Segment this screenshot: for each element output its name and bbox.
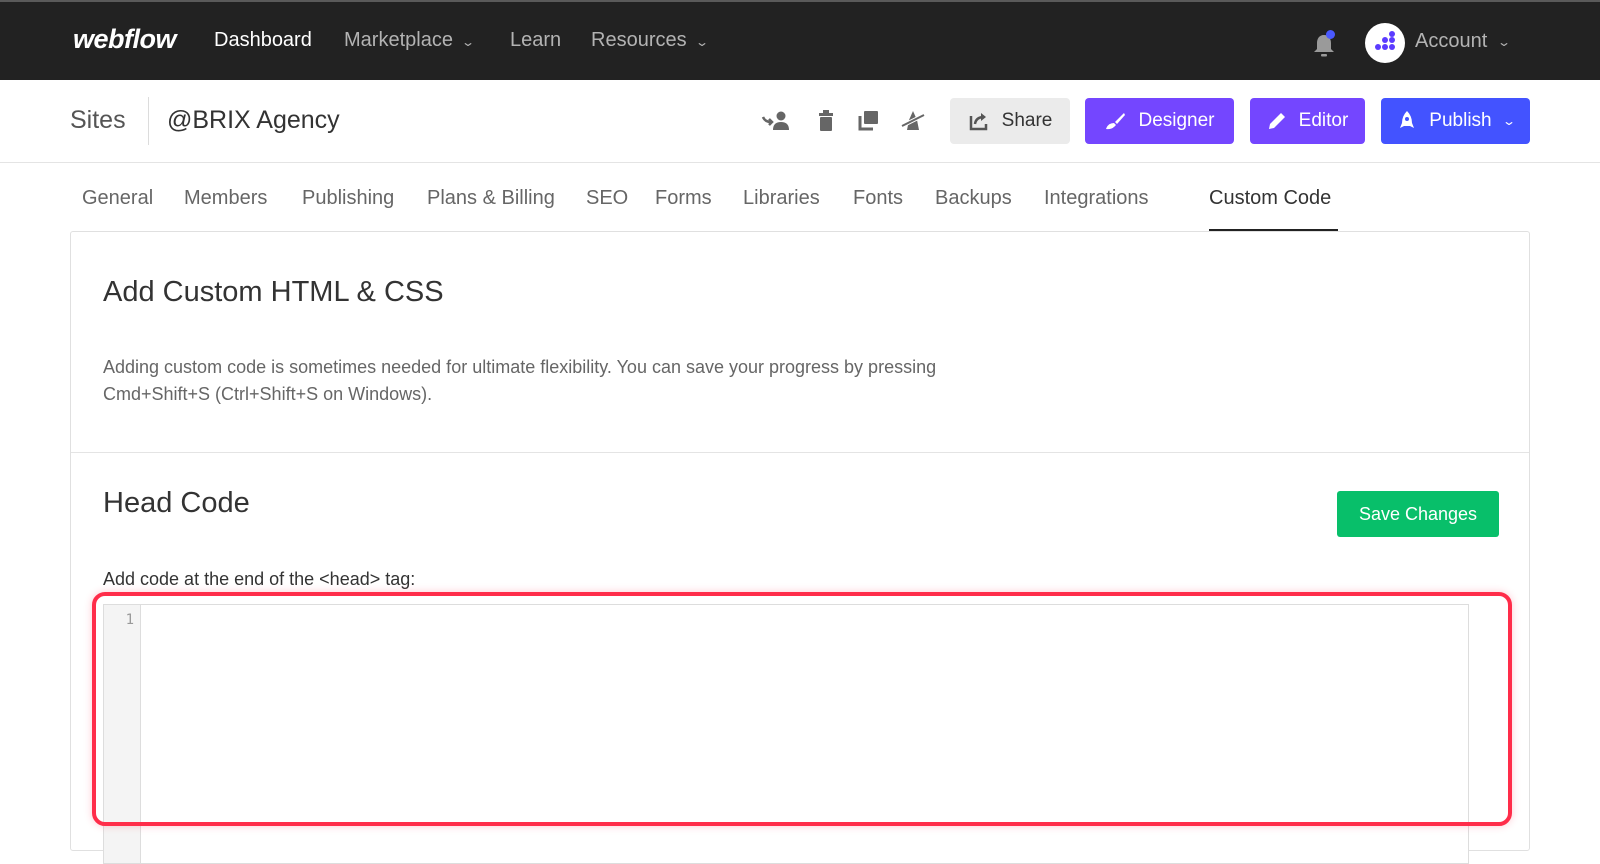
- site-header: Sites @BRIX Agency Share Designer Editor…: [0, 80, 1600, 163]
- duplicate-icon[interactable]: [853, 108, 885, 134]
- designer-label: Designer: [1138, 110, 1215, 131]
- head-code-editor[interactable]: 1: [103, 604, 1469, 864]
- tab-fonts[interactable]: Fonts: [853, 187, 903, 210]
- tab-forms[interactable]: Forms: [655, 187, 712, 210]
- designer-button[interactable]: Designer: [1085, 98, 1234, 144]
- tab-seo[interactable]: SEO: [586, 187, 628, 210]
- custom-code-panel: Add Custom HTML & CSS Adding custom code…: [70, 231, 1530, 864]
- section-divider: [71, 452, 1529, 453]
- share-icon: [969, 113, 987, 131]
- account-label: Account: [1415, 30, 1488, 52]
- pencil-icon: [1268, 113, 1285, 129]
- brix-logo-icon: [1375, 31, 1395, 50]
- nav-marketplace[interactable]: Marketplace ⌄: [344, 29, 476, 52]
- tab-custom-code[interactable]: Custom Code: [1209, 187, 1331, 210]
- publish-button[interactable]: Publish ⌄: [1381, 98, 1530, 144]
- top-navigation: webflow Dashboard Marketplace ⌄ Learn Re…: [0, 0, 1600, 80]
- publish-label: Publish: [1429, 110, 1492, 131]
- tab-members[interactable]: Members: [184, 187, 267, 210]
- save-changes-button[interactable]: Save Changes: [1337, 491, 1499, 537]
- head-code-label: Add code at the end of the <head> tag:: [103, 569, 416, 589]
- transfer-user-icon[interactable]: [761, 108, 793, 134]
- brush-icon: [1106, 113, 1126, 130]
- breadcrumb-sites[interactable]: Sites: [70, 106, 126, 135]
- nav-dashboard[interactable]: Dashboard: [214, 29, 312, 52]
- trash-icon[interactable]: [810, 108, 842, 134]
- share-button[interactable]: Share: [950, 98, 1070, 144]
- webflow-logo[interactable]: webflow: [73, 24, 177, 55]
- share-label: Share: [1001, 110, 1053, 131]
- line-number: 1: [125, 612, 134, 628]
- settings-tabs: General Members Publishing Plans & Billi…: [70, 163, 1530, 232]
- tab-backups[interactable]: Backups: [935, 187, 1012, 210]
- notification-badge: [1326, 30, 1335, 39]
- breadcrumb-divider: [148, 97, 149, 145]
- tab-publishing[interactable]: Publishing: [302, 187, 394, 210]
- site-name: @BRIX Agency: [167, 106, 340, 134]
- chevron-down-icon: ⌄: [694, 34, 709, 49]
- line-number-gutter: 1: [104, 605, 141, 863]
- section-description: Adding custom code is sometimes needed f…: [103, 357, 937, 404]
- account-avatar[interactable]: [1365, 23, 1405, 63]
- tab-integrations[interactable]: Integrations: [1044, 187, 1149, 210]
- head-code-title: Head Code: [103, 487, 250, 519]
- nav-resources-label: Resources: [591, 29, 687, 51]
- editor-button[interactable]: Editor: [1250, 98, 1365, 144]
- rocket-icon: [1400, 111, 1415, 128]
- nav-learn[interactable]: Learn: [510, 29, 561, 52]
- nav-dashboard-label: Dashboard: [214, 29, 312, 51]
- chevron-down-icon: ⌄: [460, 34, 476, 49]
- editor-label: Editor: [1298, 110, 1349, 131]
- section-title: Add Custom HTML & CSS: [103, 276, 444, 308]
- nav-learn-label: Learn: [510, 29, 562, 51]
- chevron-down-icon: ⌄: [1501, 114, 1516, 128]
- chevron-down-icon: ⌄: [1497, 34, 1512, 49]
- tab-libraries[interactable]: Libraries: [743, 187, 820, 210]
- tab-plans-billing[interactable]: Plans & Billing: [427, 187, 555, 210]
- account-menu[interactable]: Account ⌄: [1415, 30, 1512, 53]
- tab-general[interactable]: General: [82, 187, 153, 210]
- unpublish-icon[interactable]: [897, 108, 929, 134]
- nav-marketplace-label: Marketplace: [344, 29, 453, 51]
- nav-resources[interactable]: Resources ⌄: [591, 29, 709, 52]
